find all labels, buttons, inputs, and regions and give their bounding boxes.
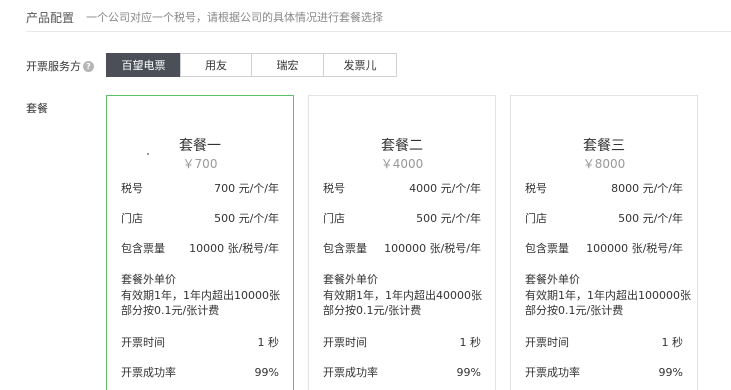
- row-value: 500 元/个/年: [416, 212, 481, 225]
- package-name: 套餐二: [381, 138, 423, 154]
- extra-line: 部分按0.1元/张计费: [121, 304, 220, 317]
- section-title: 产品配置: [26, 10, 75, 25]
- package-row-rate: 开票成功率 99%: [323, 365, 481, 380]
- row-value: 8000 元/个/年: [611, 182, 683, 195]
- row-label: 包含票量: [525, 242, 569, 255]
- row-label: 开票成功率: [525, 366, 580, 379]
- package-extra-pricing: 套餐外单价 有效期1年，1年内超出100000张 部分按0.1元/张计费: [525, 272, 691, 319]
- extra-title: 套餐外单价: [323, 273, 378, 286]
- row-value: 4000 元/个/年: [409, 182, 481, 195]
- package-card-3[interactable]: 套餐三 ￥8000 税号 8000 元/个/年 门店 500 元/个/年 包含票…: [510, 95, 698, 390]
- package-price: ￥700: [182, 157, 218, 171]
- package-price: ￥4000: [380, 157, 424, 171]
- package-price: ￥8000: [582, 157, 626, 171]
- provider-label: 开票服务方: [26, 60, 81, 73]
- provider-tabs: 百望电票 用友 瑞宏 发票儿: [106, 53, 397, 77]
- row-value: 1 秒: [257, 336, 280, 349]
- extra-title: 套餐外单价: [121, 273, 176, 286]
- row-value: 99%: [658, 365, 683, 379]
- row-label: 税号: [525, 182, 547, 195]
- extra-line: 有效期1年，1年内超出40000张: [323, 288, 482, 302]
- section-description: 一个公司对应一个税号，请根据公司的具体情况进行套餐选择: [86, 11, 384, 24]
- section-header: 产品配置 一个公司对应一个税号，请根据公司的具体情况进行套餐选择: [26, 9, 383, 25]
- package-row-volume: 包含票量 100000 张/税号/年: [323, 241, 481, 255]
- provider-tab-baiwang[interactable]: 百望电票: [106, 53, 181, 77]
- package-card-2[interactable]: 套餐二 ￥4000 税号 4000 元/个/年 门店 500 元/个/年 包含票…: [308, 95, 496, 390]
- question-circle-icon[interactable]: ?: [83, 60, 94, 72]
- package-label: 套餐: [26, 102, 48, 115]
- row-label: 开票时间: [121, 336, 165, 349]
- package-row-rate: 开票成功率 99%: [525, 365, 683, 380]
- row-label: 门店: [121, 212, 143, 225]
- package-row-volume: 包含票量 10000 张/税号/年: [121, 241, 279, 255]
- extra-line: 有效期1年，1年内超出100000张: [525, 288, 691, 302]
- package-row-store: 门店 500 元/个/年: [323, 211, 481, 225]
- extra-line: 部分按0.1元/张计费: [323, 304, 422, 317]
- row-label: 税号: [121, 182, 143, 195]
- row-value: 500 元/个/年: [214, 212, 279, 225]
- package-extra-pricing: 套餐外单价 有效期1年，1年内超出10000张 部分按0.1元/张计费: [121, 272, 285, 319]
- row-value: 1 秒: [459, 336, 482, 349]
- package-row-volume: 包含票量 100000 张/税号/年: [525, 241, 683, 255]
- package-row-tax: 税号 8000 元/个/年: [525, 181, 683, 195]
- row-label: 开票时间: [525, 336, 569, 349]
- package-row-tax: 税号 4000 元/个/年: [323, 181, 481, 195]
- row-value: 99%: [456, 365, 481, 379]
- row-value: 700 元/个/年: [214, 182, 279, 195]
- row-value: 10000 张/税号/年: [189, 242, 279, 255]
- extra-title: 套餐外单价: [525, 273, 580, 286]
- package-name: 套餐一: [179, 138, 221, 154]
- package-row-tax: 税号 700 元/个/年: [121, 181, 279, 195]
- row-label: 开票成功率: [323, 366, 378, 379]
- package-row-rate: 开票成功率 99%: [121, 365, 279, 380]
- row-label: 开票时间: [323, 336, 367, 349]
- package-extra-pricing: 套餐外单价 有效期1年，1年内超出40000张 部分按0.1元/张计费: [323, 272, 487, 319]
- package-row-time: 开票时间 1 秒: [525, 335, 683, 349]
- row-value: 100000 张/税号/年: [384, 242, 481, 255]
- row-value: 99%: [254, 365, 279, 379]
- extra-line: 有效期1年，1年内超出10000张: [121, 288, 280, 302]
- row-label: 门店: [525, 212, 547, 225]
- row-label: 门店: [323, 212, 345, 225]
- provider-tab-yonyou[interactable]: 用友: [180, 53, 252, 77]
- package-row-time: 开票时间 1 秒: [121, 335, 279, 349]
- package-row-store: 门店 500 元/个/年: [525, 211, 683, 225]
- package-name: 套餐三: [583, 138, 625, 154]
- row-value: 1 秒: [661, 336, 684, 349]
- row-value: 500 元/个/年: [618, 212, 683, 225]
- provider-tab-ruihong[interactable]: 瑞宏: [251, 53, 324, 77]
- row-label: 包含票量: [121, 242, 165, 255]
- row-value: 100000 张/税号/年: [586, 242, 683, 255]
- package-card-1[interactable]: 套餐一 ￥700 税号 700 元/个/年 门店 500 元/个/年 包含票量 …: [106, 95, 294, 390]
- row-label: 税号: [323, 182, 345, 195]
- provider-tab-fapiaoer[interactable]: 发票儿: [323, 53, 397, 77]
- row-label: 开票成功率: [121, 366, 176, 379]
- extra-line: 部分按0.1元/张计费: [525, 304, 624, 317]
- package-row-time: 开票时间 1 秒: [323, 335, 481, 349]
- row-label: 包含票量: [323, 242, 367, 255]
- header-divider: [26, 31, 731, 32]
- provider-label-group: 开票服务方 ?: [26, 59, 94, 73]
- package-row-store: 门店 500 元/个/年: [121, 211, 279, 225]
